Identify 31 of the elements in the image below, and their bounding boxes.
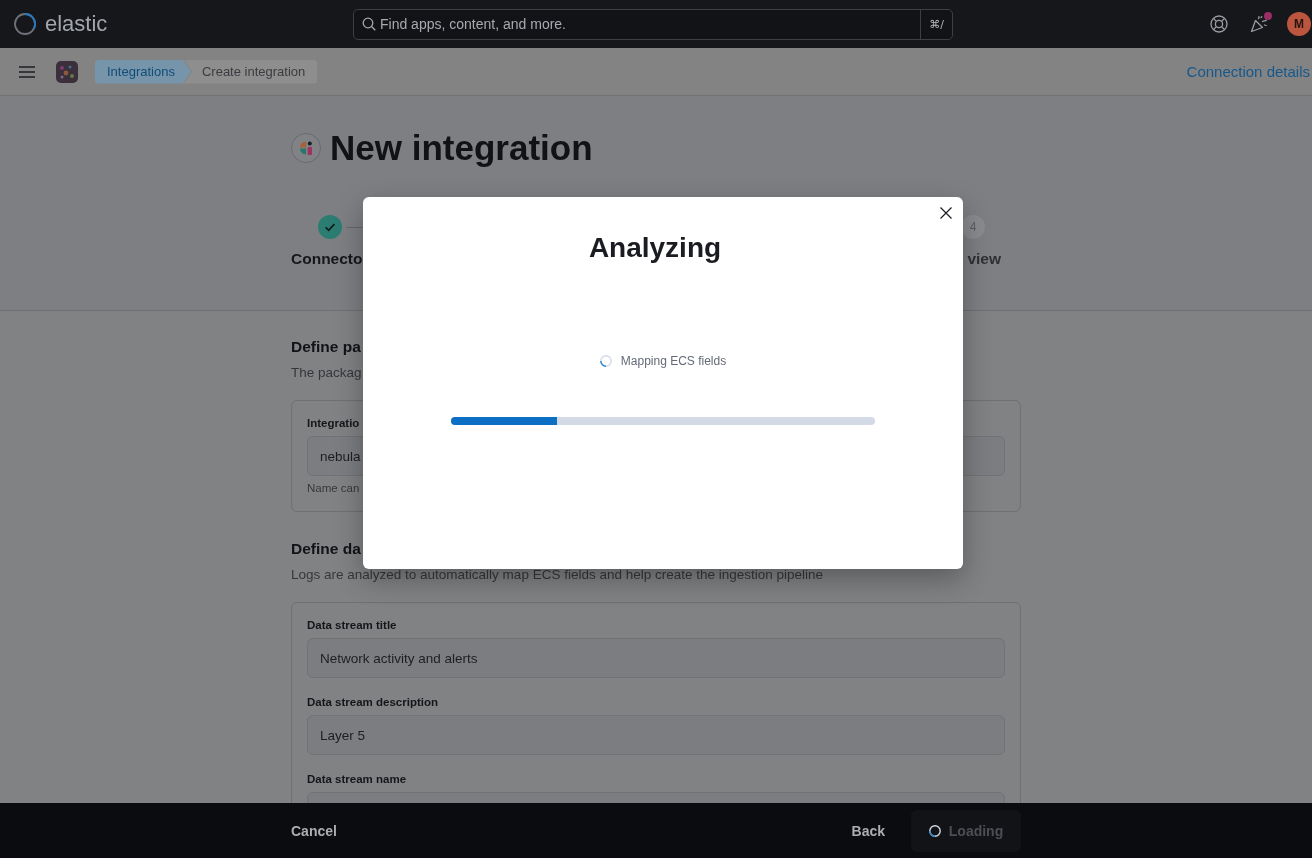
search-icon xyxy=(362,16,376,31)
breadcrumb-link[interactable]: Integrations xyxy=(95,59,191,84)
field-label: Data stream description xyxy=(307,695,439,710)
close-icon xyxy=(940,207,952,219)
breadcrumb-current: Create integration xyxy=(183,59,318,84)
status-text: Mapping ECS fields xyxy=(620,353,727,370)
shortcut-hint: ⌘/ xyxy=(920,9,952,39)
modal-title: Analyzing xyxy=(587,231,723,265)
app-tile-icon[interactable] xyxy=(56,60,78,83)
menu-icon[interactable] xyxy=(19,65,35,78)
field-label: Data stream title xyxy=(307,618,398,633)
page-title: New integration xyxy=(330,128,593,168)
field-label: Integratio xyxy=(307,416,361,431)
user-avatar[interactable]: M xyxy=(1287,12,1311,36)
text-input[interactable]: Network activity and alerts xyxy=(307,638,1005,678)
back-button[interactable]: Back xyxy=(843,812,893,849)
field-label: Data stream name xyxy=(307,772,408,787)
logo-icon xyxy=(14,13,36,35)
section-description: Logs are analyzed to automatically map ECS fields and help create the ingestion pipeline xyxy=(291,566,825,584)
spinner-icon xyxy=(599,355,612,367)
help-text: Name can xyxy=(307,481,361,496)
lifebuoy-icon[interactable] xyxy=(1210,15,1228,33)
step-label[interactable]: view xyxy=(967,249,1001,269)
section-title: Define da xyxy=(291,539,362,559)
home-link[interactable]: elastic xyxy=(14,11,108,37)
text-input[interactable]: Layer 5 xyxy=(307,715,1005,755)
cancel-button[interactable]: Cancel xyxy=(283,812,345,849)
party-popper-icon[interactable] xyxy=(1250,15,1268,33)
section-title: Define pa xyxy=(291,337,362,357)
logo-icon xyxy=(291,133,321,163)
step-label[interactable]: Connecto xyxy=(291,249,363,269)
